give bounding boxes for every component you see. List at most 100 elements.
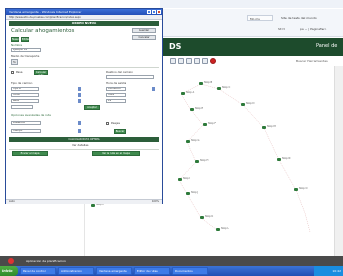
status-text: Listo bbox=[9, 200, 15, 203]
map-stop-marker[interactable] bbox=[91, 204, 95, 207]
distance-select[interactable]: Distancia bbox=[11, 121, 41, 125]
chevron-down-icon[interactable] bbox=[78, 99, 81, 103]
map-stop-marker[interactable] bbox=[186, 140, 190, 143]
cancel-button[interactable]: Cancelar bbox=[132, 35, 156, 40]
calculate-optimal-bar[interactable]: CALCULAR RUTA OPTIMA bbox=[9, 137, 159, 142]
taskbar-item[interactable]: Panel de control bbox=[20, 267, 56, 275]
map-toolbar bbox=[170, 57, 216, 65]
chevron-down-icon[interactable] bbox=[78, 129, 81, 133]
route-tool-icon[interactable]: ⇆ bbox=[11, 59, 18, 65]
tolls-label: Peajes bbox=[111, 121, 120, 125]
map-stop-label: Stop C bbox=[222, 86, 231, 89]
map-links[interactable]: Buscar Herramientas bbox=[296, 59, 328, 63]
divider bbox=[9, 67, 159, 68]
map-stop-marker[interactable] bbox=[294, 188, 298, 191]
browser-nav-item[interactable]: Ferr. bbox=[320, 26, 327, 33]
browser-top-strip bbox=[160, 0, 343, 8]
app-header-title: DS bbox=[169, 42, 182, 51]
panel-heading: Calcular ahogamientos bbox=[11, 28, 75, 34]
taskbar-item[interactable]: Editor de rutas bbox=[134, 267, 170, 275]
destination-input[interactable] bbox=[106, 75, 154, 79]
search-button[interactable]: Buscar bbox=[114, 129, 126, 134]
tolls-checkbox[interactable] bbox=[106, 122, 109, 125]
popup-window: Ventana emergente - Windows Internet Exp… bbox=[5, 8, 163, 204]
zoom-in-icon[interactable] bbox=[170, 58, 176, 64]
taskbar-item[interactable]: Documentos bbox=[172, 267, 208, 275]
app-footer-text: Aplicacion de planificacion bbox=[26, 259, 66, 263]
details-link[interactable]: Ver detalles bbox=[72, 143, 89, 147]
truck-type-select[interactable]: Tipo A bbox=[11, 87, 39, 91]
browser-nav-item[interactable]: St=t bbox=[278, 26, 285, 33]
hour-select[interactable]: Hora bbox=[106, 93, 126, 97]
driver-select[interactable]: Conductor bbox=[106, 87, 126, 91]
time-select[interactable]: Tiempo bbox=[11, 129, 41, 133]
window-controls bbox=[147, 10, 161, 14]
map-stop-label: Stop J bbox=[191, 191, 199, 194]
edit-button[interactable]: Editar bbox=[21, 37, 29, 42]
name-input[interactable]: Ejemplo 01 bbox=[11, 48, 41, 52]
taskbar-item[interactable]: Ventana emergente bbox=[96, 267, 132, 275]
map-stop-label: Stop H bbox=[200, 159, 209, 162]
calculate-route-button[interactable]: Calcular ruta bbox=[34, 70, 48, 77]
map-stop-marker[interactable] bbox=[216, 228, 220, 231]
save-button[interactable]: Guardar bbox=[132, 28, 156, 33]
measure-icon[interactable] bbox=[202, 58, 208, 64]
map-stop-label: Stop D bbox=[246, 102, 255, 105]
zoom-level[interactable]: 100% bbox=[152, 200, 159, 204]
popup-status-bar: Listo 100% bbox=[6, 199, 162, 204]
maximize-icon[interactable] bbox=[152, 10, 156, 14]
chevron-down-icon[interactable] bbox=[78, 93, 81, 97]
map-scrollbar[interactable] bbox=[334, 66, 343, 256]
system-tray-clock[interactable]: 10:42 bbox=[314, 266, 343, 276]
map-stop-label: Stop O bbox=[299, 187, 308, 190]
chevron-down-icon[interactable] bbox=[78, 121, 81, 125]
chevron-down-icon[interactable] bbox=[152, 87, 155, 91]
taskbar-item[interactable]: Administracion bbox=[58, 267, 94, 275]
panel-title: ORDEN NUEVA bbox=[9, 21, 159, 26]
map-stop-label: Stop M bbox=[267, 125, 276, 128]
map-stop-marker[interactable] bbox=[200, 216, 204, 219]
advanced-options-label: Opciones avanzadas de ruta bbox=[11, 113, 51, 117]
browser-tab[interactable]: Mo ms bbox=[247, 15, 273, 21]
stop-icon[interactable] bbox=[210, 58, 216, 64]
map-stop-marker[interactable] bbox=[203, 123, 207, 126]
app-header-link[interactable]: Panel de bbox=[316, 42, 337, 51]
accept-button[interactable]: Aceptar bbox=[84, 105, 100, 110]
map-stop-label: Stop I bbox=[183, 177, 191, 180]
map-stop-marker[interactable] bbox=[186, 192, 190, 195]
app-logo-icon bbox=[8, 258, 14, 264]
close-icon[interactable] bbox=[157, 10, 161, 14]
map-stop-label: Stop F bbox=[208, 122, 216, 125]
start-button[interactable]: inicio bbox=[0, 266, 18, 276]
map-stop-marker[interactable] bbox=[190, 108, 194, 111]
departure-label: Hora de salida bbox=[106, 81, 127, 85]
map-stop-marker[interactable] bbox=[195, 160, 199, 163]
map-stop-marker[interactable] bbox=[199, 82, 203, 85]
route-select[interactable]: Ruta bbox=[11, 99, 39, 103]
map-stop-marker[interactable] bbox=[181, 92, 185, 95]
screen: Mo ms Site de tests del mundo St=t pa ~ … bbox=[0, 0, 343, 276]
shift-select[interactable]: Turno bbox=[11, 93, 39, 97]
map-stop-marker[interactable] bbox=[262, 126, 266, 129]
popup-address-bar[interactable]: http://www.sitio-de-pruebas.com/planific… bbox=[6, 15, 162, 20]
view-route-button[interactable]: Ver la ruta en el mapa bbox=[92, 151, 140, 156]
map-stop-marker[interactable] bbox=[241, 103, 245, 106]
name-label: Nombre bbox=[11, 43, 23, 47]
minutes-select[interactable]: 12 bbox=[106, 99, 126, 103]
chevron-down-icon[interactable] bbox=[78, 87, 81, 91]
map-stop-marker[interactable] bbox=[217, 87, 221, 90]
map-stop-marker[interactable] bbox=[178, 178, 182, 181]
zoom-out-icon[interactable] bbox=[178, 58, 184, 64]
pass-checkbox[interactable] bbox=[11, 71, 14, 74]
new-button[interactable]: Nuevo bbox=[11, 37, 20, 42]
pan-icon[interactable] bbox=[186, 58, 192, 64]
map-stop-marker[interactable] bbox=[277, 158, 281, 161]
map-stop-label: Stop B bbox=[204, 81, 213, 84]
map-stop-label: Stop L bbox=[221, 227, 229, 230]
select-icon[interactable] bbox=[194, 58, 200, 64]
map-stop-label: Stop K bbox=[205, 215, 214, 218]
send-to-map-button[interactable]: Enviar al mapa bbox=[12, 151, 48, 156]
minimize-icon[interactable] bbox=[147, 10, 151, 14]
browser-tab[interactable]: Site de tests del mundo bbox=[279, 15, 341, 21]
quantity-select[interactable] bbox=[11, 105, 33, 109]
